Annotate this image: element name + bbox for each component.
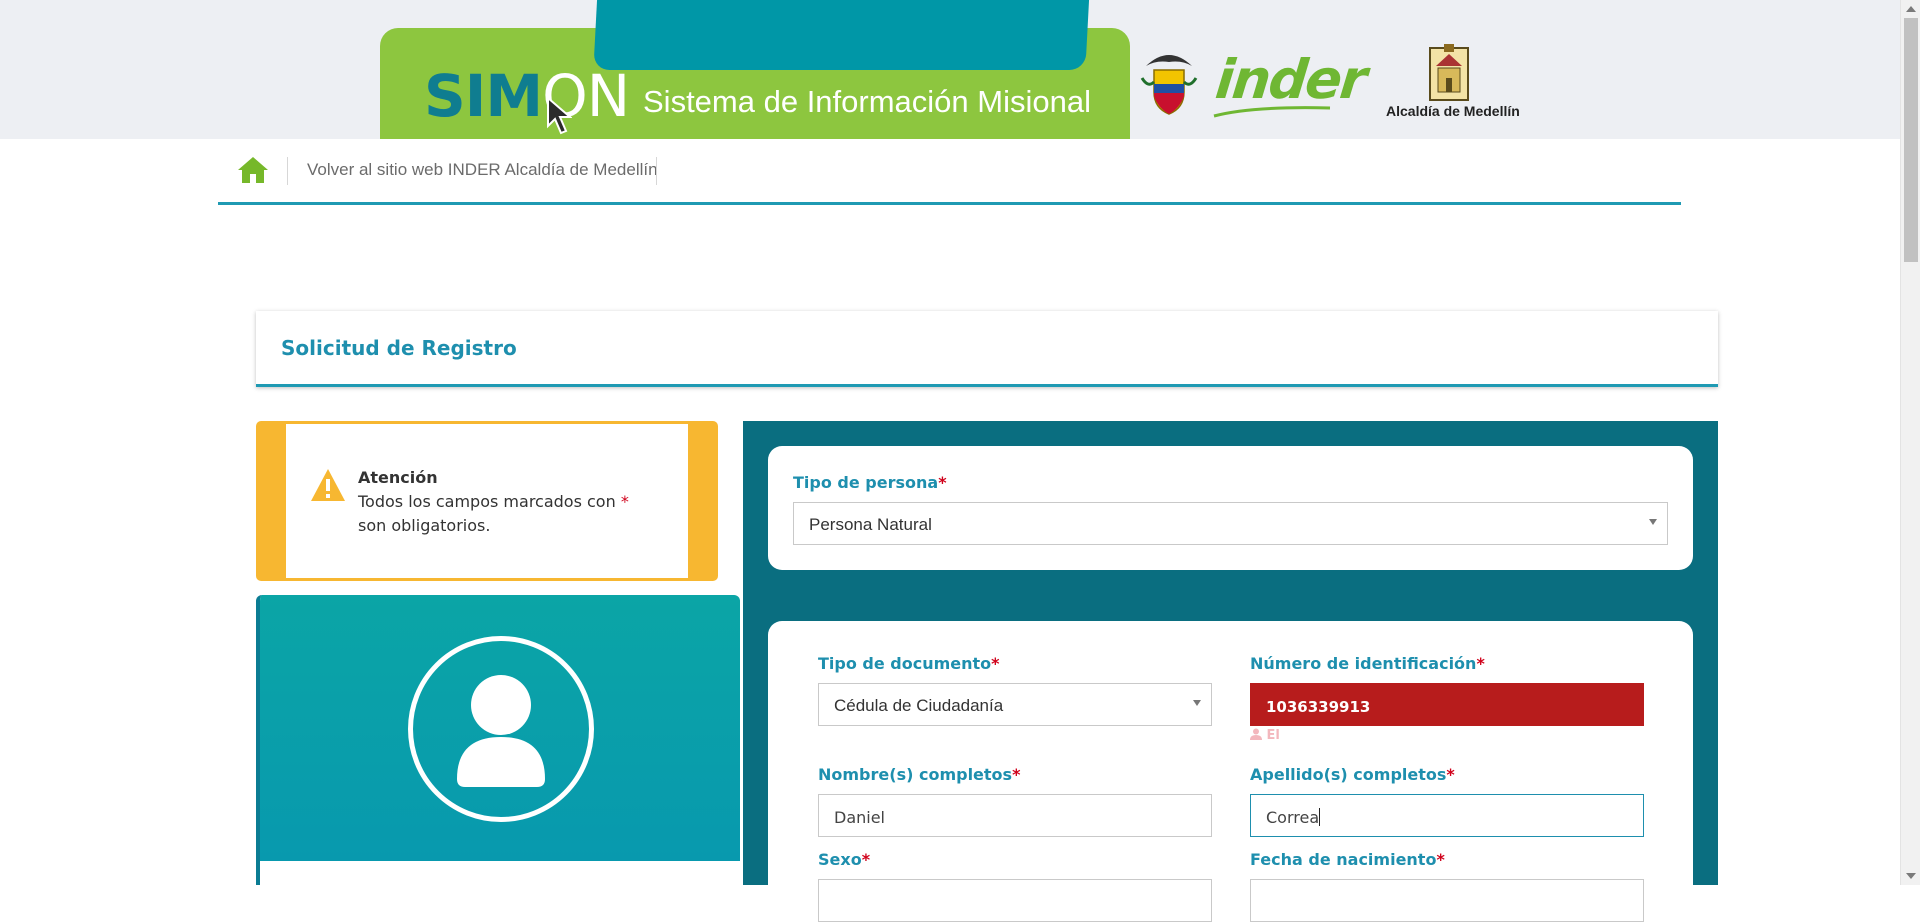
profile-card — [256, 595, 740, 885]
apellidos-label: Apellido(s) completos* — [1250, 765, 1455, 784]
avatar[interactable] — [408, 636, 594, 822]
alert-text: Todos los campos marcados con * son obli… — [358, 492, 629, 535]
chevron-down-icon — [1649, 519, 1657, 525]
alcaldia-building-icon — [1429, 44, 1469, 101]
person-type-card: Tipo de persona* Persona Natural — [768, 446, 1693, 570]
banner-subtitle: Sistema de Información Misional — [643, 84, 1091, 119]
fecha-nacimiento-label: Fecha de nacimiento* — [1250, 850, 1445, 869]
user-icon — [1250, 728, 1262, 740]
fecha-nacimiento-input[interactable] — [1250, 879, 1644, 922]
nav-separator — [656, 157, 657, 185]
alert-body: Atención Todos los campos marcados con *… — [286, 424, 688, 578]
page-scrollbar[interactable] — [1900, 0, 1920, 885]
numero-identificacion-label: Número de identificación* — [1250, 654, 1485, 673]
registration-form-panel: Tipo de persona* Persona Natural Tipo de… — [743, 421, 1718, 922]
numero-identificacion-error: El — [1250, 728, 1280, 743]
cursor-icon — [547, 96, 572, 135]
nav-separator — [287, 157, 288, 185]
simon-logo: SIMON — [424, 62, 630, 130]
colombia-coat-of-arms-icon — [1140, 55, 1198, 115]
apellidos-input[interactable]: Correa — [1250, 794, 1644, 837]
sexo-select[interactable] — [818, 879, 1212, 922]
attention-alert: Atención Todos los campos marcados con *… — [256, 421, 718, 581]
scroll-down-icon[interactable] — [1906, 873, 1916, 879]
nombres-input[interactable]: Daniel — [818, 794, 1212, 837]
banner-teal-tab — [593, 0, 1091, 70]
scrollbar-thumb[interactable] — [1904, 18, 1918, 262]
tipo-documento-label: Tipo de documento* — [818, 654, 1000, 673]
header-banner: SIMON Sistema de Información Misional in… — [0, 0, 1900, 139]
chevron-down-icon — [1193, 700, 1201, 706]
tipo-documento-select[interactable]: Cédula de Ciudadanía — [818, 683, 1212, 726]
alcaldia-logo-text: Alcaldía de Medellín — [1386, 103, 1520, 119]
top-nav: Volver al sitio web INDER Alcaldía de Me… — [218, 139, 1681, 205]
tipo-persona-label: Tipo de persona* — [793, 473, 947, 492]
nombres-label: Nombre(s) completos* — [818, 765, 1021, 784]
back-to-inder-link[interactable]: Volver al sitio web INDER Alcaldía de Me… — [307, 160, 658, 180]
profile-card-header — [260, 595, 740, 861]
text-cursor — [1319, 808, 1321, 826]
page-title: Solicitud de Registro — [281, 336, 517, 360]
warning-icon — [311, 469, 345, 501]
page-title-card: Solicitud de Registro — [256, 311, 1718, 387]
user-icon — [457, 675, 545, 787]
home-icon[interactable] — [236, 155, 270, 185]
inder-logo: inder — [1212, 48, 1369, 111]
sexo-label: Sexo* — [818, 850, 871, 869]
tipo-persona-select[interactable]: Persona Natural — [793, 502, 1668, 545]
personal-data-card: Tipo de documento* Cédula de Ciudadanía … — [768, 621, 1693, 922]
numero-identificacion-input[interactable]: 1036339913 — [1250, 683, 1644, 726]
alert-title: Atención — [358, 468, 438, 487]
scroll-up-icon[interactable] — [1906, 6, 1916, 12]
inder-swoosh — [1213, 106, 1331, 118]
